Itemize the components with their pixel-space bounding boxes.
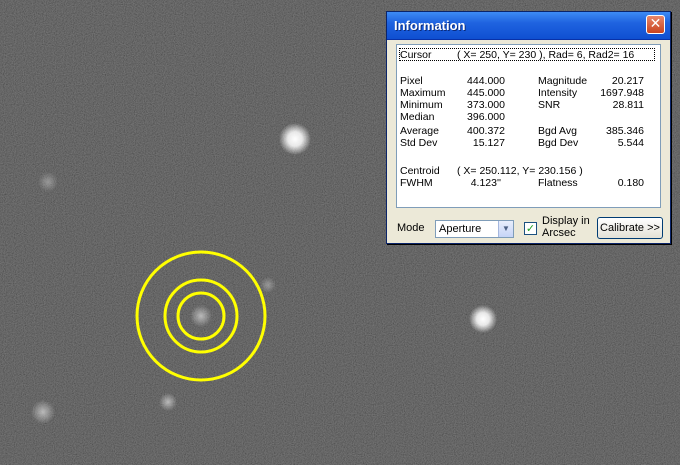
star-target [190,305,212,327]
flatness-label: Flatness [538,177,578,189]
stat-label: Pixel [400,75,423,87]
close-icon: ✕ [649,16,662,32]
mode-dropdown[interactable]: Aperture ▼ [435,220,514,238]
star-faint [38,172,58,192]
title-bar[interactable]: Information ✕ [387,12,670,40]
star-faint [31,400,55,424]
stat-label: Maximum [400,87,446,99]
star-faint [260,277,276,293]
centroid-label: Centroid [400,165,440,177]
stat-value: 15.127 [472,137,505,149]
stat-value: 400.372 [467,125,505,137]
star-faint [159,393,177,411]
star-bright [279,123,311,155]
fwhm-label: FWHM [400,177,433,189]
stat-value: 373.000 [467,99,505,111]
display-arcsec-label[interactable]: Display in Arcsec [542,215,590,239]
stat-value: 385.346 [606,125,644,137]
display-arcsec-checkbox[interactable]: ✓ [524,222,537,235]
centroid-value: ( X= 250.112, Y= 230.156 ) [457,165,583,177]
calibrate-button[interactable]: Calibrate >> [597,217,663,239]
stat-value: 444.000 [467,75,505,87]
chevron-down-icon[interactable]: ▼ [498,221,513,237]
stat-value: 5.544 [617,137,644,149]
stat-label: Bgd Dev [538,137,579,149]
stat-label: Median [400,111,435,123]
stat-label: Average [400,125,439,137]
info-panel: Cursor ( X= 250, Y= 230 ), Rad= 6, Rad2=… [396,44,661,208]
window-title: Information [394,18,466,33]
display-arcsec-label-line2: Arcsec [542,227,576,239]
stat-label: Magnitude [538,75,588,87]
stat-value: 28.811 [612,99,644,111]
stat-label: SNR [538,99,561,111]
checkmark-icon: ✓ [525,222,536,235]
stat-value: 445.000 [467,87,505,99]
stat-label: Bgd Avg [538,125,577,137]
information-window: Information ✕ Cursor ( X= 250, Y= 230 ),… [386,11,671,244]
stat-label: Std Dev [400,137,438,149]
stat-value: 20.217 [611,75,644,87]
cursor-value: ( X= 250, Y= 230 ), Rad= 6, Rad2= 16 [457,49,635,61]
controls-row: Mode Aperture ▼ ✓ Display in Arcsec Cali… [387,212,670,242]
stat-label: Intensity [538,87,578,99]
mode-label: Mode [397,222,425,234]
display-arcsec-label-line1: Display in [542,215,590,227]
stat-value: 1697.948 [600,87,644,99]
mode-selected-value: Aperture [439,223,482,235]
close-button[interactable]: ✕ [646,15,665,34]
cursor-label: Cursor [400,49,432,61]
star-right [469,305,497,333]
flatness-value: 0.180 [617,177,644,189]
fwhm-value: 4.123'' [470,177,501,189]
stat-label: Minimum [400,99,443,111]
stat-value: 396.000 [467,111,505,123]
